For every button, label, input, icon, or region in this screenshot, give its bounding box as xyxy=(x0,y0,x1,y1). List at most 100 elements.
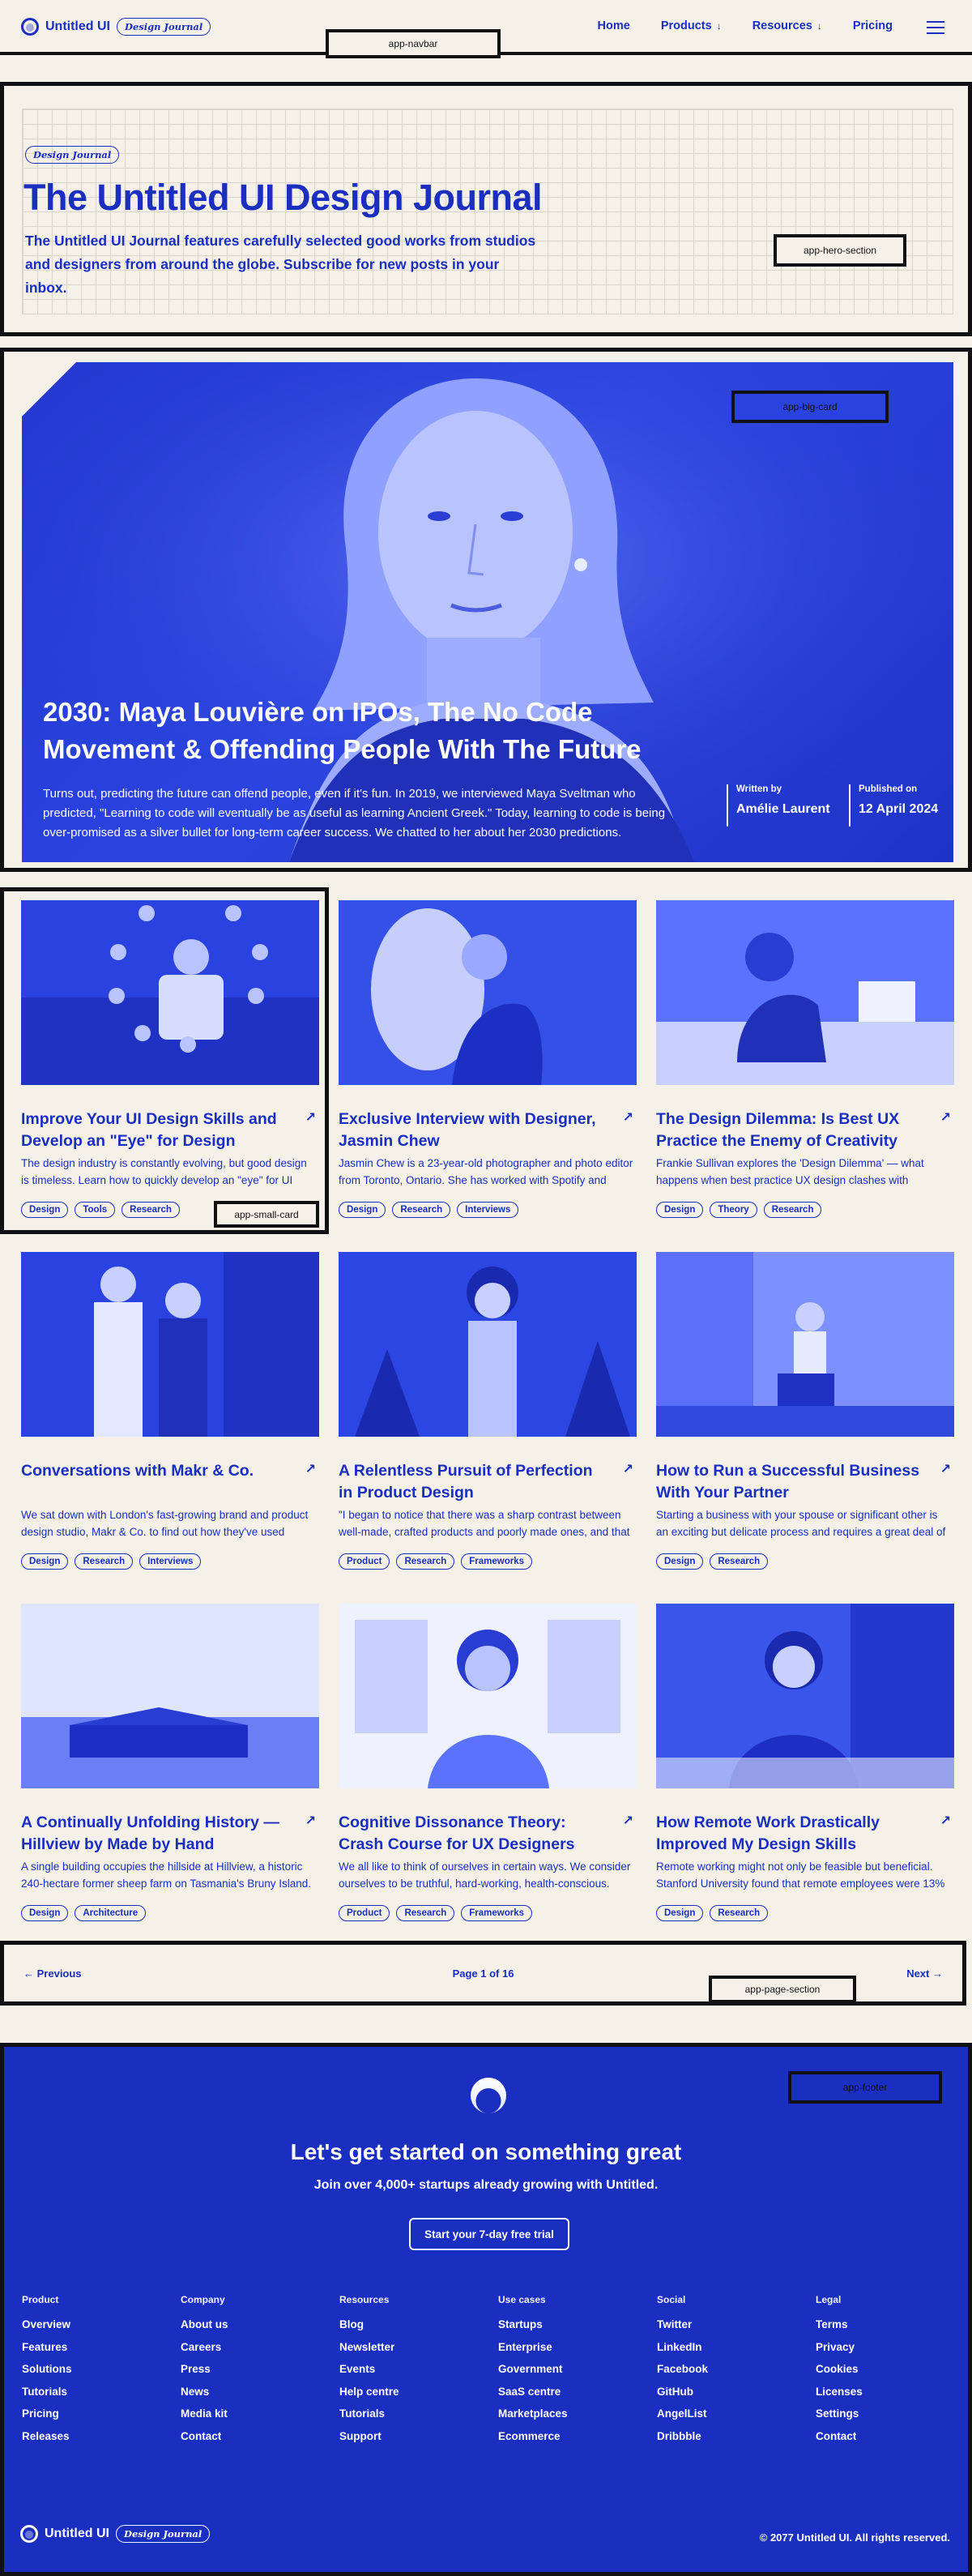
footer-link[interactable]: Contact xyxy=(816,2430,961,2442)
arrow-up-right-icon[interactable]: ↗ xyxy=(940,1813,951,1829)
next-button[interactable]: Next → xyxy=(906,1967,943,1980)
tag-pill[interactable]: Research xyxy=(710,1553,769,1570)
footer-link[interactable]: Privacy xyxy=(816,2341,961,2353)
free-trial-button[interactable]: Start your 7-day free trial xyxy=(409,2218,569,2250)
tag-pill[interactable]: Design xyxy=(21,1905,69,1921)
big-card-title[interactable]: 2030: Maya Louvière on IPOs, The No Code… xyxy=(43,694,659,768)
nav-home[interactable]: Home xyxy=(598,19,630,32)
tag-pill[interactable]: Research xyxy=(122,1202,180,1218)
tag-pill[interactable]: Product xyxy=(339,1553,390,1570)
footer-link[interactable]: Help centre xyxy=(339,2386,485,2398)
article-card-title[interactable]: How Remote Work Drastically Improved My … xyxy=(656,1812,923,1856)
arrow-up-right-icon[interactable]: ↗ xyxy=(305,1813,316,1829)
arrow-up-right-icon[interactable]: ↗ xyxy=(623,1109,633,1126)
footer-link[interactable]: Ecommerce xyxy=(498,2430,644,2442)
tag-pill[interactable]: Design xyxy=(21,1553,69,1570)
article-card-title[interactable]: A Continually Unfolding History — Hillvi… xyxy=(21,1812,288,1856)
footer-link[interactable]: LinkedIn xyxy=(657,2341,803,2353)
tag-pill[interactable]: Design xyxy=(656,1553,704,1570)
article-card-title[interactable]: A Relentless Pursuit of Perfection in Pr… xyxy=(339,1460,606,1504)
tag-pill[interactable]: Interviews xyxy=(457,1202,519,1218)
footer-link[interactable]: Releases xyxy=(22,2430,168,2442)
article-card[interactable]: Conversations with Makr & Co. ↗ We sat dow… xyxy=(21,1252,319,1570)
tag-pill[interactable]: Research xyxy=(710,1905,769,1921)
article-card[interactable]: A Continually Unfolding History — Hillvi… xyxy=(21,1604,319,1921)
article-card-title[interactable]: How to Run a Successful Business With Yo… xyxy=(656,1460,923,1504)
footer-link[interactable]: News xyxy=(181,2386,326,2398)
arrow-up-right-icon[interactable]: ↗ xyxy=(305,1461,316,1477)
article-card-image xyxy=(656,900,954,1085)
menu-icon[interactable] xyxy=(927,21,944,38)
footer-link[interactable]: Solutions xyxy=(22,2363,168,2375)
nav-products[interactable]: Products ↓ xyxy=(661,19,722,32)
arrow-up-right-icon[interactable]: ↗ xyxy=(623,1461,633,1477)
tag-pill[interactable]: Product xyxy=(339,1905,390,1921)
article-card-title[interactable]: Cognitive Dissonance Theory: Crash Cours… xyxy=(339,1812,606,1856)
tag-pill[interactable]: Research xyxy=(396,1553,455,1570)
tag-pill[interactable]: Design xyxy=(656,1905,704,1921)
footer-link[interactable]: Contact xyxy=(181,2430,326,2442)
tag-pill[interactable]: Research xyxy=(392,1202,451,1218)
footer-link[interactable]: Enterprise xyxy=(498,2341,644,2353)
footer-link[interactable]: Pricing xyxy=(22,2407,168,2420)
nav-resources[interactable]: Resources ↓ xyxy=(752,19,822,32)
article-card[interactable]: Improve Your UI Design Skills and Develo… xyxy=(21,900,319,1218)
tag-pill[interactable]: Frameworks xyxy=(461,1905,533,1921)
article-card-title[interactable]: Exclusive Interview with Designer, Jasmi… xyxy=(339,1109,606,1152)
tag-pill[interactable]: Tools xyxy=(75,1202,116,1218)
footer-link[interactable]: Tutorials xyxy=(22,2386,168,2398)
footer-link[interactable]: Careers xyxy=(181,2341,326,2353)
footer-link[interactable]: Terms xyxy=(816,2318,961,2330)
tag-pill[interactable]: Research xyxy=(396,1905,455,1921)
footer-link[interactable]: Press xyxy=(181,2363,326,2375)
tag-pill[interactable]: Interviews xyxy=(139,1553,202,1570)
article-card[interactable]: Cognitive Dissonance Theory: Crash Cours… xyxy=(339,1604,637,1921)
tag-pill[interactable]: Research xyxy=(75,1553,134,1570)
footer-link[interactable]: Cookies xyxy=(816,2363,961,2375)
arrow-up-right-icon[interactable]: ↗ xyxy=(623,1813,633,1829)
tag-pill[interactable]: Frameworks xyxy=(461,1553,533,1570)
article-card[interactable]: The Design Dilemma: Is Best UX Practice … xyxy=(656,900,954,1218)
article-card[interactable]: How to Run a Successful Business With Yo… xyxy=(656,1252,954,1570)
footer-link[interactable]: Overview xyxy=(22,2318,168,2330)
footer-link[interactable]: Government xyxy=(498,2363,644,2375)
footer-link[interactable]: AngelList xyxy=(657,2407,803,2420)
tag-pill[interactable]: Design xyxy=(656,1202,704,1218)
footer-link[interactable]: Dribbble xyxy=(657,2430,803,2442)
article-card-title[interactable]: Improve Your UI Design Skills and Develo… xyxy=(21,1109,288,1152)
article-card-image xyxy=(21,900,319,1085)
footer-link[interactable]: Marketplaces xyxy=(498,2407,644,2420)
tag-pill[interactable]: Design xyxy=(339,1202,386,1218)
article-card-title[interactable]: Conversations with Makr & Co. xyxy=(21,1460,288,1482)
footer-logo[interactable]: Untitled UI Design Journal xyxy=(20,2525,211,2543)
footer-link[interactable]: Features xyxy=(22,2341,168,2353)
article-card-title[interactable]: The Design Dilemma: Is Best UX Practice … xyxy=(656,1109,923,1152)
footer-link[interactable]: SaaS centre xyxy=(498,2386,644,2398)
tag-pill[interactable]: Research xyxy=(763,1202,822,1218)
footer-link[interactable]: Events xyxy=(339,2363,485,2375)
footer-link[interactable]: Startups xyxy=(498,2318,644,2330)
big-card[interactable]: app-big-card 2030: Maya Louvière on IPOs… xyxy=(0,348,972,872)
article-card[interactable]: Exclusive Interview with Designer, Jasmi… xyxy=(339,900,637,1218)
footer-link[interactable]: Facebook xyxy=(657,2363,803,2375)
nav-pricing[interactable]: Pricing xyxy=(853,19,893,32)
logo[interactable]: Untitled UI Design Journal xyxy=(21,18,211,36)
tag-pill[interactable]: Architecture xyxy=(75,1905,147,1921)
tag-pill[interactable]: Theory xyxy=(710,1202,757,1218)
arrow-up-right-icon[interactable]: ↗ xyxy=(940,1109,951,1126)
footer-link[interactable]: Media kit xyxy=(181,2407,326,2420)
article-card[interactable]: How Remote Work Drastically Improved My … xyxy=(656,1604,954,1921)
footer-link[interactable]: GitHub xyxy=(657,2386,803,2398)
footer-link[interactable]: Newsletter xyxy=(339,2341,485,2353)
footer-link[interactable]: Twitter xyxy=(657,2318,803,2330)
footer-link[interactable]: Licenses xyxy=(816,2386,961,2398)
footer-link[interactable]: Tutorials xyxy=(339,2407,485,2420)
footer-link[interactable]: About us xyxy=(181,2318,326,2330)
article-card[interactable]: A Relentless Pursuit of Perfection in Pr… xyxy=(339,1252,637,1570)
tag-pill[interactable]: Design xyxy=(21,1202,69,1218)
footer-link[interactable]: Support xyxy=(339,2430,485,2442)
footer-link[interactable]: Settings xyxy=(816,2407,961,2420)
arrow-up-right-icon[interactable]: ↗ xyxy=(940,1461,951,1477)
arrow-up-right-icon[interactable]: ↗ xyxy=(305,1109,316,1126)
footer-link[interactable]: Blog xyxy=(339,2318,485,2330)
